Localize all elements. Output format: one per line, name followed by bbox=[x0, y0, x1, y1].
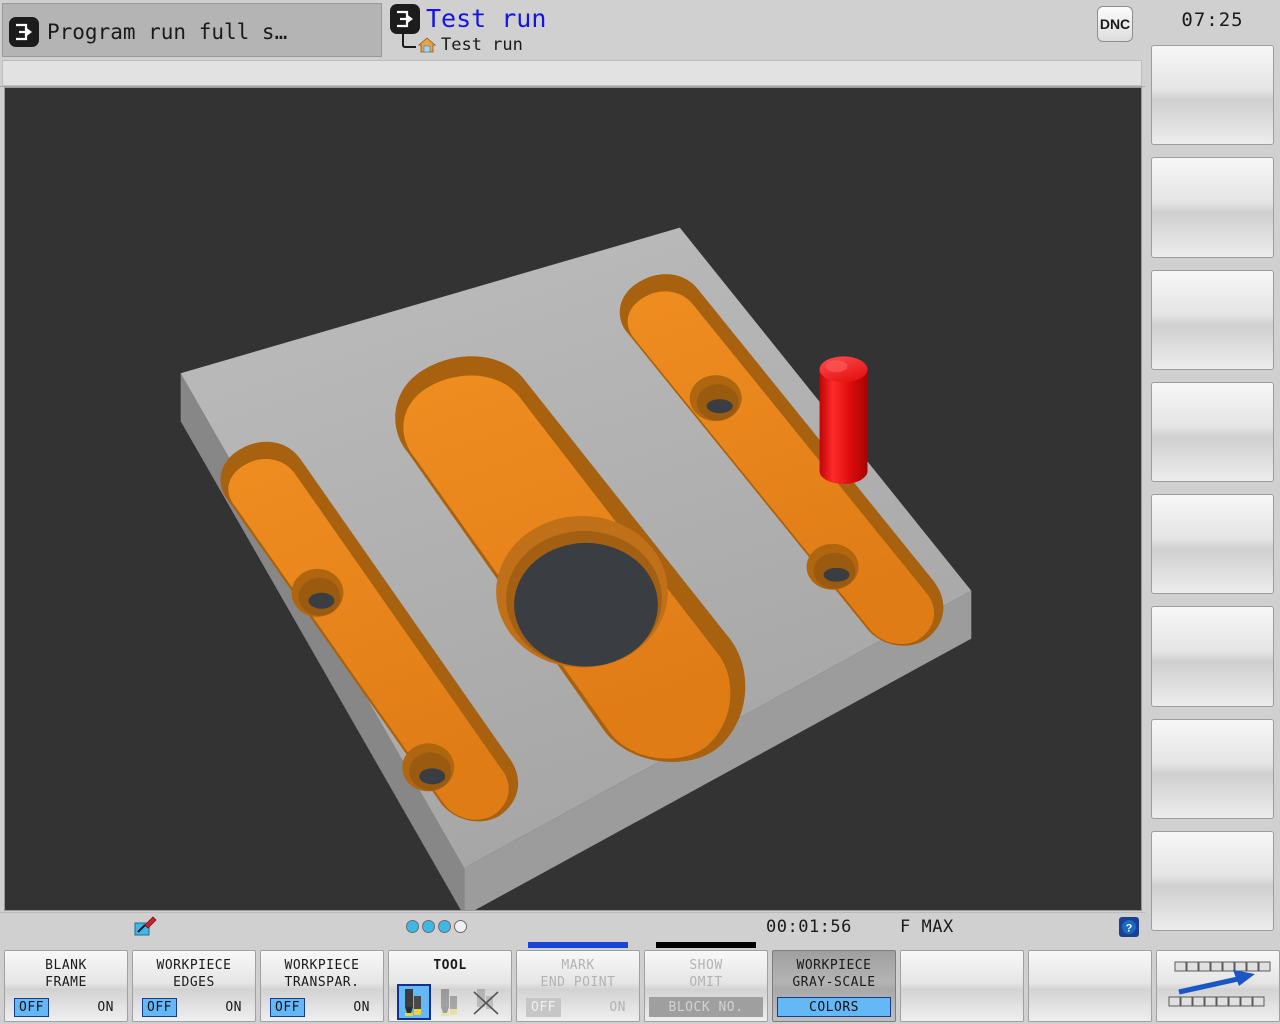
softkey-slot-4: TOOL bbox=[386, 940, 514, 1024]
softkey-blank-frame[interactable]: BLANK FRAME OFF ON bbox=[4, 950, 128, 1022]
switch-row-arrow-icon bbox=[1163, 956, 1273, 1016]
help-icon[interactable]: ? bbox=[1119, 917, 1139, 937]
toggle-off[interactable]: OFF bbox=[526, 998, 561, 1017]
softkey-mark-end-point-toggle[interactable]: OFF ON bbox=[520, 998, 636, 1017]
softkey-workpiece-transparency-line2: TRANSPAR. bbox=[284, 975, 360, 990]
vertical-softkey-4[interactable] bbox=[1151, 381, 1274, 482]
softkey-row-indicator-black bbox=[656, 942, 756, 948]
tab-sub-label-test-run: Test run bbox=[441, 35, 523, 55]
tab-label-program-run: Program run full s… bbox=[47, 20, 288, 44]
simulation-graphics-area[interactable] bbox=[4, 87, 1142, 911]
vertical-softkey-7[interactable] bbox=[1151, 718, 1274, 819]
vertical-softkey-6[interactable] bbox=[1151, 606, 1274, 707]
softkey-slot-3: WORKPIECE TRANSPAR. OFF ON bbox=[258, 940, 386, 1024]
progress-dots bbox=[406, 920, 467, 933]
mode-enter-icon bbox=[9, 17, 39, 47]
softkey-tool-icon-group bbox=[389, 984, 511, 1020]
mode-enter-icon-active bbox=[390, 4, 420, 34]
clock: 07:25 bbox=[1181, 9, 1244, 31]
machining-timer: 00:01:56 bbox=[766, 917, 852, 937]
tree-elbow-connector bbox=[402, 34, 416, 48]
graphics-pen-icon bbox=[133, 915, 159, 939]
tool-solid-icon[interactable] bbox=[397, 984, 431, 1020]
tab-program-run-full-sequence[interactable]: Program run full s… bbox=[2, 3, 382, 57]
softkey-slot-7: WORKPIECE GRAY-SCALE COLORS bbox=[770, 940, 898, 1024]
vertical-softkey-1[interactable] bbox=[1151, 45, 1274, 146]
home-icon bbox=[417, 35, 437, 55]
status-bar: 00:01:56 F MAX ? bbox=[0, 912, 1145, 940]
tool-off-icon[interactable] bbox=[471, 986, 501, 1018]
progress-dot-4 bbox=[454, 920, 467, 933]
tab-subitem-test-run[interactable]: Test run bbox=[402, 34, 546, 55]
softkey-show-omit-value[interactable]: BLOCK NO. bbox=[649, 997, 763, 1017]
central-bore bbox=[514, 542, 658, 667]
softkey-blank-frame-line2: FRAME bbox=[45, 975, 87, 990]
softkey-slot-6: SHOW OMIT BLOCK NO. bbox=[642, 940, 770, 1024]
softkey-slot-5: MARK END POINT OFF ON bbox=[514, 940, 642, 1024]
toggle-off[interactable]: OFF bbox=[270, 998, 305, 1017]
bottom-softkey-row: BLANK FRAME OFF ON WORKPIECE EDGES OFF O… bbox=[0, 940, 1280, 1024]
progress-dot-3 bbox=[438, 920, 451, 933]
toggle-off[interactable]: OFF bbox=[142, 998, 177, 1017]
softkey-gray-scale-value[interactable]: COLORS bbox=[777, 997, 891, 1017]
dnc-button[interactable]: DNC bbox=[1097, 6, 1133, 42]
softkey-empty-2[interactable] bbox=[1028, 950, 1152, 1022]
softkey-slot-8 bbox=[898, 940, 1026, 1024]
softkey-slot-1: BLANK FRAME OFF ON bbox=[2, 940, 130, 1024]
softkey-workpiece-edges-line1: WORKPIECE bbox=[156, 958, 232, 973]
softkey-workpiece-edges-toggle[interactable]: OFF ON bbox=[136, 998, 252, 1017]
softkey-gray-scale-line1: WORKPIECE bbox=[796, 958, 872, 973]
tnc-control-screen: Program run full s… Test run Test run DN… bbox=[0, 0, 1280, 1024]
progress-dot-2 bbox=[422, 920, 435, 933]
softkey-tool-line1: TOOL bbox=[433, 958, 467, 973]
header-bar: Program run full s… Test run Test run DN… bbox=[0, 0, 1145, 87]
tool-transparent-icon[interactable] bbox=[435, 986, 465, 1018]
header-info-strip bbox=[2, 60, 1142, 86]
softkey-empty-1[interactable] bbox=[900, 950, 1024, 1022]
softkey-show-omit-line2: OMIT bbox=[689, 975, 723, 990]
mode-tab-row: Program run full s… Test run Test run DN… bbox=[0, 0, 1145, 62]
softkey-show-omit-block-no[interactable]: SHOW OMIT BLOCK NO. bbox=[644, 950, 768, 1022]
svg-text:?: ? bbox=[1126, 923, 1133, 935]
softkey-switch-row[interactable] bbox=[1156, 950, 1280, 1022]
vertical-softkey-5[interactable] bbox=[1151, 494, 1274, 595]
vertical-softkey-8[interactable] bbox=[1151, 830, 1274, 931]
softkey-workpiece-transparency[interactable]: WORKPIECE TRANSPAR. OFF ON bbox=[260, 950, 384, 1022]
softkey-slot-10 bbox=[1154, 940, 1280, 1024]
toggle-on[interactable]: ON bbox=[605, 999, 630, 1016]
progress-dot-1 bbox=[406, 920, 419, 933]
softkey-mark-end-point-line2: END POINT bbox=[540, 975, 616, 990]
softkey-blank-frame-line1: BLANK bbox=[45, 958, 87, 973]
softkey-workpiece-transparency-line1: WORKPIECE bbox=[284, 958, 360, 973]
vertical-softkey-2[interactable] bbox=[1151, 157, 1274, 258]
vertical-softkey-column bbox=[1145, 40, 1280, 936]
softkey-workpiece-edges-line2: EDGES bbox=[173, 975, 215, 990]
softkey-mark-end-point-line1: MARK bbox=[561, 958, 595, 973]
softkey-workpiece-transparency-toggle[interactable]: OFF ON bbox=[264, 998, 380, 1017]
softkey-slot-2: WORKPIECE EDGES OFF ON bbox=[130, 940, 258, 1024]
softkey-gray-scale-line2: GRAY-SCALE bbox=[792, 975, 876, 990]
tab-test-run[interactable]: Test run Test run bbox=[384, 0, 684, 62]
softkey-tool[interactable]: TOOL bbox=[388, 950, 512, 1022]
feedrate-display: F MAX bbox=[900, 917, 954, 937]
softkey-blank-frame-toggle[interactable]: OFF ON bbox=[8, 998, 124, 1017]
softkey-slot-9 bbox=[1026, 940, 1154, 1024]
softkey-mark-end-point[interactable]: MARK END POINT OFF ON bbox=[516, 950, 640, 1022]
softkey-row-indicator-blue bbox=[528, 942, 628, 948]
softkey-workpiece-gray-scale[interactable]: WORKPIECE GRAY-SCALE COLORS bbox=[772, 950, 896, 1022]
softkey-show-omit-line1: SHOW bbox=[689, 958, 723, 973]
toggle-on[interactable]: ON bbox=[221, 999, 246, 1016]
workpiece-3d-view bbox=[5, 88, 1141, 910]
toggle-on[interactable]: ON bbox=[93, 999, 118, 1016]
toggle-on[interactable]: ON bbox=[349, 999, 374, 1016]
toggle-off[interactable]: OFF bbox=[14, 998, 49, 1017]
vertical-softkey-3[interactable] bbox=[1151, 269, 1274, 370]
tab-label-test-run: Test run bbox=[426, 4, 547, 33]
tool-cylinder bbox=[819, 356, 868, 485]
softkey-workpiece-edges[interactable]: WORKPIECE EDGES OFF ON bbox=[132, 950, 256, 1022]
